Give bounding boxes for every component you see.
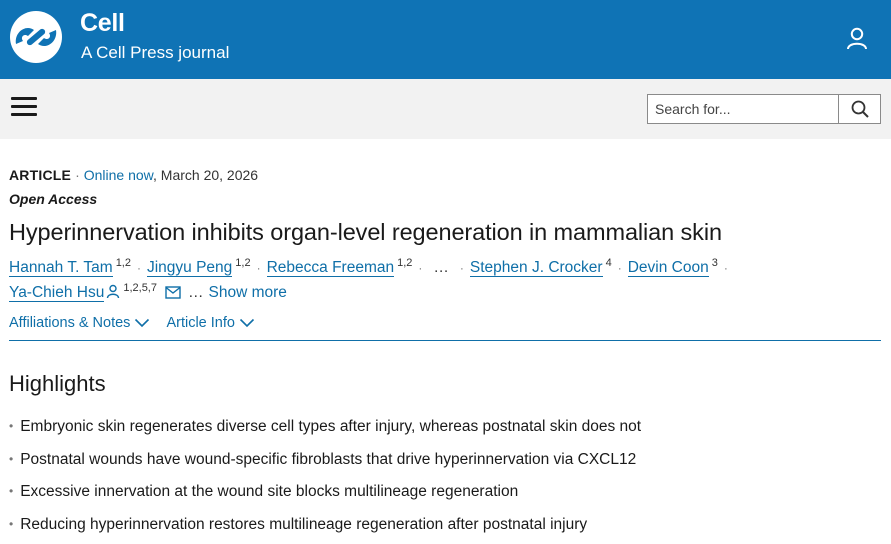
article-info-label: Article Info: [166, 315, 235, 331]
bullet-icon: •: [9, 419, 14, 433]
section-divider: [9, 340, 881, 341]
search-input[interactable]: [648, 95, 838, 123]
highlights-heading: Highlights: [9, 371, 106, 396]
bullet-icon: •: [9, 516, 14, 531]
navigation-bar: [0, 79, 891, 139]
user-account-icon[interactable]: [843, 25, 871, 53]
search-icon: [851, 100, 869, 118]
author-affiliation: 1,2: [397, 257, 413, 269]
authors-ellipsis: …: [433, 259, 449, 276]
chevron-down-icon: [239, 318, 255, 328]
highlight-text: Excessive innervation at the wound site …: [20, 483, 519, 500]
affiliations-notes-toggle[interactable]: Affiliations & Notes: [9, 315, 150, 331]
affiliations-notes-label: Affiliations & Notes: [9, 315, 131, 331]
article-expanders: Affiliations & Notes Article Info: [9, 315, 271, 331]
author-link[interactable]: Devin Coon: [627, 259, 709, 277]
author-link[interactable]: Hannah T. Tam: [9, 259, 113, 277]
author-link[interactable]: Jingyu Peng: [146, 259, 233, 277]
show-more-button[interactable]: Show more: [208, 284, 286, 301]
publication-date: March 20, 2026: [160, 167, 259, 183]
highlight-text: Embryonic skin regenerates diverse cell …: [20, 418, 642, 435]
highlight-item: • Excessive innervation at the wound site…: [9, 483, 641, 516]
highlight-text: Reducing hyperinnervation restores multi…: [20, 515, 588, 533]
author-affiliation: 1,2: [115, 257, 131, 269]
open-access-label: Open Access: [9, 191, 98, 207]
author-list: Hannah T. Tam 1,2 · Jingyu Peng 1,2 · Rebecca …: [9, 257, 728, 277]
hamburger-menu-icon[interactable]: [11, 97, 37, 119]
author-link[interactable]: Stephen J. Crocker: [469, 259, 603, 277]
site-header: Cell A Cell Press journal: [0, 0, 891, 79]
cell-logo-icon[interactable]: [8, 10, 64, 64]
search-box: [647, 94, 881, 124]
bullet-icon: •: [9, 484, 14, 498]
online-now-link[interactable]: Online now: [84, 167, 153, 183]
highlight-item: • Postnatal wounds have wound-specific fi…: [9, 451, 641, 484]
author-affiliation: 1,2: [235, 257, 251, 269]
person-icon: [107, 284, 120, 299]
bullet-icon: •: [9, 451, 14, 466]
highlights-list: • Embryonic skin regenerates diverse cell…: [9, 418, 641, 544]
article-type: ARTICLE: [9, 167, 72, 183]
author-affiliation: 3: [711, 257, 718, 269]
journal-name[interactable]: Cell: [80, 9, 125, 38]
corresponding-author-link[interactable]: Ya-Chieh Hsu: [9, 284, 105, 302]
article-title: Hyperinnervation inhibits organ-level re…: [9, 219, 722, 245]
journal-subtitle: A Cell Press journal: [81, 43, 230, 62]
article-info-toggle[interactable]: Article Info: [166, 315, 255, 331]
author-list-continued: Ya-Chieh Hsu 1,2,5,7 … Show more: [9, 282, 287, 302]
author-affiliation: 4: [605, 257, 612, 269]
author-link[interactable]: Rebecca Freeman: [266, 259, 395, 277]
email-icon[interactable]: [165, 286, 181, 299]
article-meta: ARTICLE · Online now, March 20, 2026: [9, 167, 259, 183]
highlight-item: • Reducing hyperinnervation restores mult…: [9, 516, 641, 544]
author-affiliation: 1,2,5,7: [123, 282, 157, 294]
chevron-down-icon: [135, 318, 150, 328]
authors-ellipsis: …: [187, 284, 204, 301]
highlight-text: Postnatal wounds have wound-specific fib…: [20, 450, 637, 468]
highlight-item: • Embryonic skin regenerates diverse cell…: [9, 418, 641, 451]
search-button[interactable]: [838, 95, 880, 123]
